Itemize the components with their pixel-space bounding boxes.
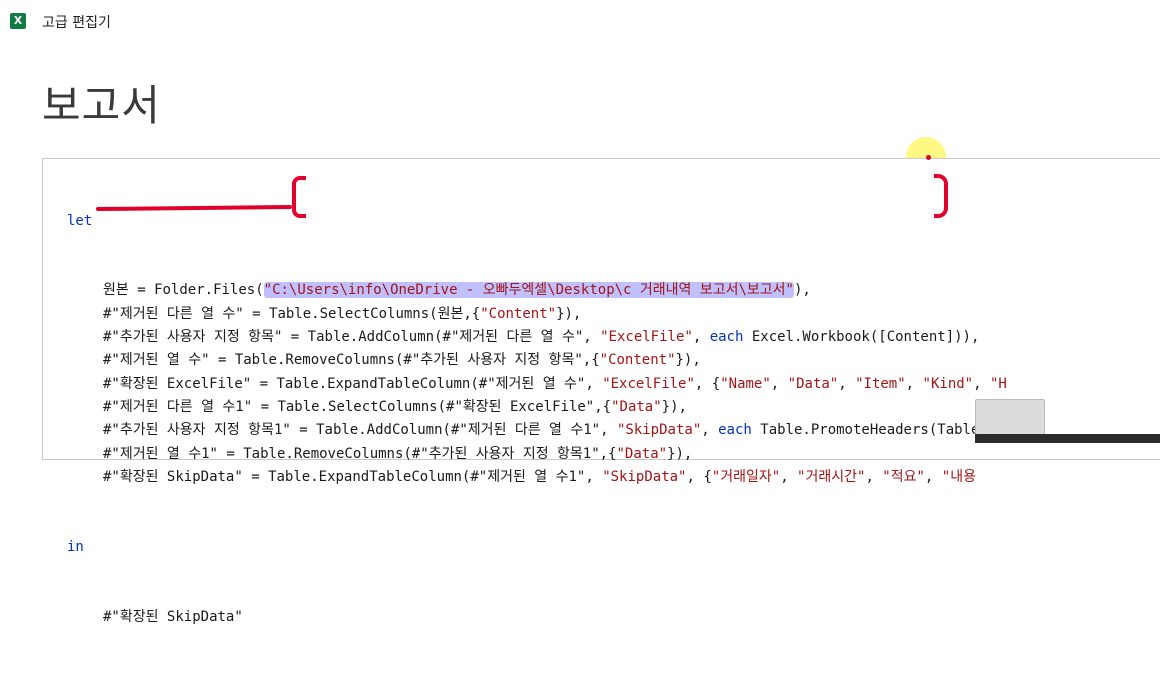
code-line: #"확장된 SkipData" = Table.ExpandTableColum… [67, 466, 1160, 489]
string-token: "Name" [720, 375, 771, 392]
code-line: #"추가된 사용자 지정 항목" = Table.AddColumn(#"제거된… [67, 326, 1160, 349]
code-token: , { [694, 375, 721, 392]
string-token: "Item" [855, 375, 906, 392]
code-line: #"제거된 다른 열 수" = Table.SelectColumns(원본,{… [67, 303, 1160, 326]
code-token: #"제거된 다른 열 수1" = Table.SelectColumns(#"확… [103, 398, 612, 415]
code-token: , [692, 329, 710, 346]
code-token: #"제거된 열 수" = Table.RemoveColumns(#"추가된 사… [103, 352, 600, 369]
code-token: , [905, 375, 923, 392]
code-token: = [128, 282, 155, 299]
string-token: "Data" [611, 398, 662, 415]
string-token: "거래시간" [797, 468, 866, 485]
result-expression: #"확장된 SkipData" [103, 608, 243, 625]
string-token: "SkipData" [602, 468, 687, 485]
code-line: #"확장된 ExcelFile" = Table.ExpandTableColu… [67, 373, 1160, 396]
string-token: "Data" [787, 375, 839, 392]
code-line-result: #"확장된 SkipData" [67, 606, 1160, 629]
code-token: #"확장된 ExcelFile" = Table.ExpandTableColu… [103, 375, 603, 392]
window-title: 고급 편집기 [42, 15, 111, 31]
keyword-token: each [709, 329, 744, 346]
annotation-bracket-right [934, 174, 948, 218]
code-token: }), [661, 398, 687, 415]
video-thumbnail-preview [975, 399, 1045, 435]
code-token: }), [556, 305, 582, 322]
code-token: , [770, 375, 788, 392]
code-token: }), [675, 352, 701, 369]
code-token: , [780, 468, 798, 485]
string-token: "Content" [480, 305, 557, 322]
string-token: "SkipData" [616, 422, 702, 439]
source-variable: 원본 [103, 282, 129, 299]
code-token: , [838, 375, 856, 392]
editor-gutter [43, 159, 65, 459]
code-token: #"제거된 열 수1" = Table.RemoveColumns(#"추가된 … [103, 445, 617, 462]
keyword-token: each [718, 422, 752, 439]
taskbar-strip [975, 434, 1160, 443]
code-token: #"추가된 사용자 지정 항목" = Table.AddColumn(#"제거된… [103, 329, 601, 346]
code-token: Excel.Workbook([Content])), [743, 329, 980, 346]
string-token: "ExcelFile" [600, 329, 693, 346]
code-line: 원본 = Folder.Files("C:\Users\info\OneDriv… [67, 279, 1160, 302]
code-line-in: in [67, 536, 1160, 559]
string-token: "거래일자" [711, 468, 781, 485]
title-bar: X 고급 편집기 [0, 0, 1160, 44]
keyword-in: in [67, 538, 84, 555]
string-token: "H [989, 375, 1007, 392]
code-token: , [973, 375, 990, 392]
code-token: ), [794, 282, 811, 299]
code-token: , [865, 468, 883, 485]
folder-path-string: "C:\Users\info\OneDrive - 오빠두엑셀\Desktop\… [263, 282, 794, 299]
code-token: Table.PromoteHeaders(Table. [751, 422, 988, 439]
query-name-heading: 보고서 [42, 81, 161, 130]
code-token: , [701, 422, 719, 439]
code-token: #"확장된 SkipData" = Table.ExpandTableColum… [103, 468, 603, 485]
code-token: , [924, 468, 942, 485]
string-token: "Data" [616, 445, 668, 462]
string-token: "Content" [599, 352, 676, 369]
string-token: "Kind" [922, 375, 974, 392]
code-token: }), [667, 445, 693, 462]
code-token: #"추가된 사용자 지정 항목1" = Table.AddColumn(#"제거… [103, 422, 617, 439]
code-line: #"제거된 열 수1" = Table.RemoveColumns(#"추가된 … [67, 443, 1160, 466]
excel-icon: X [10, 13, 26, 29]
code-token: , { [686, 468, 712, 485]
code-line-let: let [67, 210, 1160, 233]
string-token: "ExcelFile" [602, 375, 695, 392]
folder-files-function: Folder.Files( [154, 282, 264, 299]
annotation-pointer-dot [926, 155, 931, 160]
keyword-let: let [67, 212, 93, 229]
code-line: #"제거된 열 수" = Table.RemoveColumns(#"추가된 사… [67, 349, 1160, 372]
annotation-bracket-left [292, 176, 306, 218]
code-token: #"제거된 다른 열 수" = Table.SelectColumns(원본,{ [103, 305, 481, 322]
string-token: "내용 [941, 468, 976, 485]
string-token: "적요" [882, 468, 925, 485]
